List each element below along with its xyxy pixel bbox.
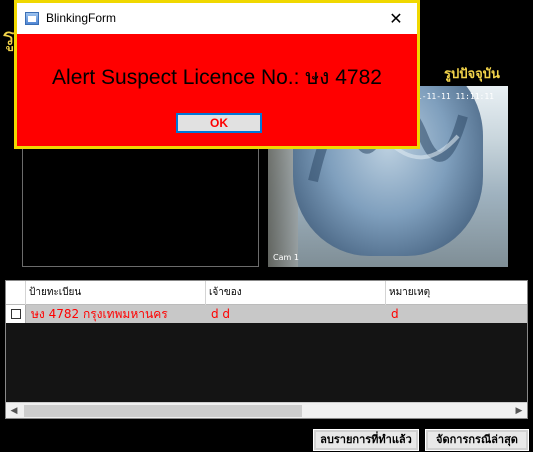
previous-photo-box [22,138,259,267]
row-checkbox[interactable] [11,309,21,319]
photo-caption: Cam 1 [273,253,299,262]
grid-header: ป้ายทะเบียน เจ้าของ หมายเหตุ [6,281,527,305]
row-header[interactable] [6,305,26,323]
horizontal-scrollbar[interactable]: ◀ ▶ [6,402,527,418]
dialog-titlebar[interactable]: BlinkingForm ✕ [17,3,417,34]
delete-done-items-button[interactable]: ลบรายการที่ทำแล้ว [313,429,419,451]
form-icon [25,12,39,25]
dialog-title: BlinkingForm [46,11,117,25]
alert-dialog: BlinkingForm ✕ Alert Suspect Licence No.… [14,0,420,149]
alert-message: Alert Suspect Licence No.: ษง 4782 [52,66,382,89]
column-header-note[interactable]: หมายเหตุ [386,281,527,305]
column-header-owner[interactable]: เจ้าของ [206,281,386,305]
ok-button[interactable]: OK [176,113,262,133]
table-row[interactable]: ษง 4782 กรุงเทพมหานคร d d d [6,305,527,323]
cell-owner[interactable]: d d [208,305,388,323]
current-photo-label: รูปปัจจุบัน [444,67,500,82]
scrollbar-thumb[interactable] [24,405,302,417]
cell-plate[interactable]: ษง 4782 กรุงเทพมหานคร [28,305,208,323]
column-header-plate[interactable]: ป้ายทะเบียน [26,281,206,305]
photo-timestamp: 11-11-11 11:11:11 [412,92,494,101]
main-title: รู [2,23,15,51]
plate-grid[interactable]: ป้ายทะเบียน เจ้าของ หมายเหตุ ษง 4782 กรุ… [5,280,528,419]
scroll-right-icon[interactable]: ▶ [511,403,527,419]
grid-corner-cell[interactable] [6,281,26,305]
scroll-left-icon[interactable]: ◀ [6,403,22,419]
close-icon[interactable]: ✕ [375,3,417,34]
cell-note[interactable]: d [388,305,527,323]
manage-latest-case-button[interactable]: จัดการกรณีล่าสุด [425,429,529,451]
